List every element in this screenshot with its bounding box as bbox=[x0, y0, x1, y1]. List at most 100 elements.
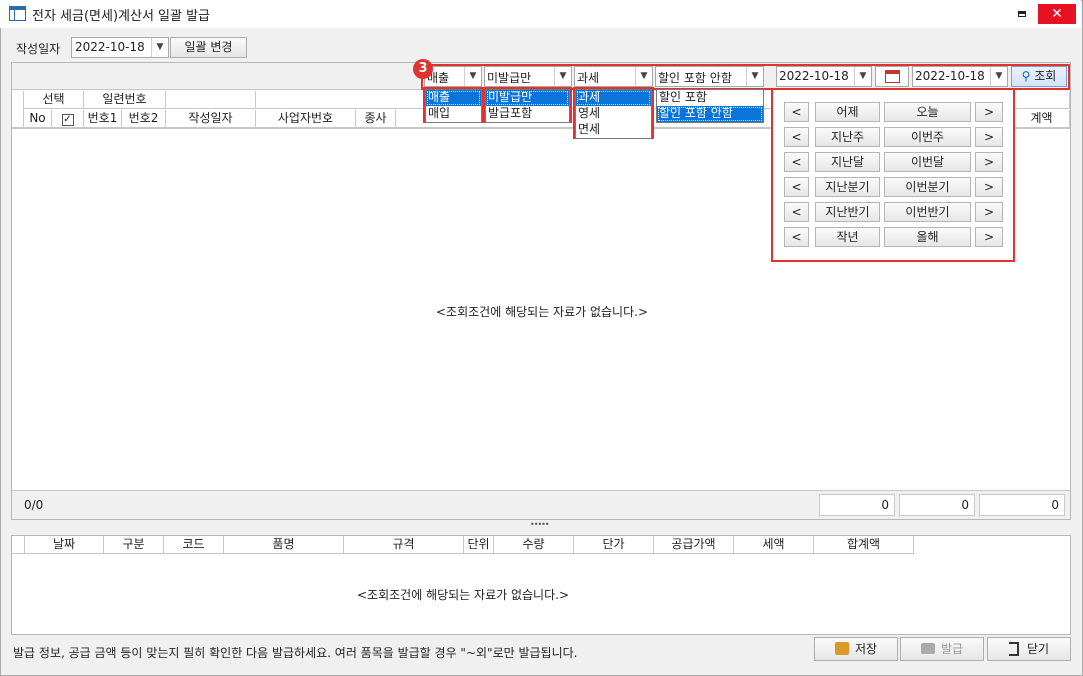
detail-empty-message: <조회조건에 해당되는 자료가 없습니다.> bbox=[357, 588, 570, 602]
col-no: No bbox=[24, 110, 52, 128]
chevron-down-icon[interactable]: ▼ bbox=[554, 67, 571, 86]
group-select-header: 선택 bbox=[24, 91, 84, 109]
close-button[interactable]: 닫기 bbox=[987, 637, 1071, 661]
issue-date-value: 2022-10-18 bbox=[75, 40, 145, 54]
last-month-button[interactable]: 지난달 bbox=[815, 152, 880, 172]
prev-month-button[interactable]: < bbox=[784, 152, 809, 172]
yesterday-button[interactable]: 어제 bbox=[815, 102, 880, 122]
detail-col-kind: 구분 bbox=[104, 536, 164, 554]
chevron-down-icon[interactable]: ▼ bbox=[746, 67, 763, 86]
issue-option[interactable]: 발급포함 bbox=[486, 106, 569, 122]
next-half-button[interactable]: > bbox=[975, 202, 1003, 222]
save-button[interactable]: 저장 bbox=[814, 637, 898, 661]
chevron-down-icon[interactable]: ▼ bbox=[854, 67, 871, 86]
printer-icon bbox=[920, 643, 935, 654]
splitter-handle[interactable]: ••••• bbox=[530, 520, 550, 529]
next-month-button[interactable]: > bbox=[975, 152, 1003, 172]
col-type: 종사 bbox=[356, 110, 396, 128]
prev-week-button[interactable]: < bbox=[784, 127, 809, 147]
this-week-button[interactable]: 이번주 bbox=[884, 127, 971, 147]
detail-col-price: 단가 bbox=[574, 536, 654, 554]
next-year-button[interactable]: > bbox=[975, 227, 1003, 247]
col-total: 계액 bbox=[1014, 110, 1070, 128]
exit-door-icon bbox=[1008, 642, 1019, 656]
minimize-icon bbox=[1018, 11, 1026, 17]
minimize-button[interactable] bbox=[1008, 4, 1036, 24]
issue-button[interactable]: 발급 bbox=[900, 637, 984, 661]
row-header-corner bbox=[12, 91, 24, 128]
check-icon[interactable]: ✓ bbox=[61, 114, 74, 126]
date-to-picker[interactable]: 2022-10-18 ▼ bbox=[912, 66, 1008, 87]
this-year-button[interactable]: 올해 bbox=[884, 227, 971, 247]
prev-day-button[interactable]: < bbox=[784, 102, 809, 122]
search-label: 조회 bbox=[1034, 69, 1057, 83]
col-bizno: 사업자번호 bbox=[256, 110, 356, 128]
header-spacer bbox=[166, 91, 256, 109]
col-num2: 번호2 bbox=[122, 110, 166, 128]
discount-option[interactable]: 할인 포함 bbox=[657, 90, 763, 106]
date-from-picker[interactable]: 2022-10-18 ▼ bbox=[776, 66, 872, 87]
date-shortcut-grid: < 어제 오늘 > < 지난주 이번주 > < 지난달 이번달 > < 지난분기… bbox=[773, 90, 1013, 260]
tax-option[interactable]: 면세 bbox=[576, 122, 651, 138]
next-quarter-button[interactable]: > bbox=[975, 177, 1003, 197]
tax-type-combo[interactable]: 과세 ▼ bbox=[574, 66, 653, 87]
type-dropdown-list: 매출 매입 bbox=[425, 89, 482, 123]
date-from-value: 2022-10-18 bbox=[779, 69, 849, 83]
search-button[interactable]: ⚲ 조회 bbox=[1011, 66, 1067, 87]
detail-col-supply: 공급가액 bbox=[654, 536, 734, 554]
this-quarter-button[interactable]: 이번분기 bbox=[884, 177, 971, 197]
detail-row-corner bbox=[12, 536, 25, 554]
last-quarter-button[interactable]: 지난분기 bbox=[815, 177, 880, 197]
this-half-button[interactable]: 이번반기 bbox=[884, 202, 971, 222]
discount-option[interactable]: 할인 포함 안함 bbox=[657, 106, 763, 122]
prev-quarter-button[interactable]: < bbox=[784, 177, 809, 197]
today-button[interactable]: 오늘 bbox=[884, 102, 971, 122]
prev-year-button[interactable]: < bbox=[784, 227, 809, 247]
issue-status-value: 미발급만 bbox=[487, 71, 532, 85]
tax-option[interactable]: 영세 bbox=[576, 106, 651, 122]
prev-half-button[interactable]: < bbox=[784, 202, 809, 222]
sum-box-2: 0 bbox=[899, 494, 975, 516]
window-icon bbox=[9, 6, 26, 21]
footer-notice: 발급 정보, 공급 금액 등이 맞는지 필히 확인한 다음 발급하세요. 여러 … bbox=[13, 646, 578, 660]
detail-col-item: 품명 bbox=[224, 536, 344, 554]
chevron-down-icon[interactable]: ▼ bbox=[464, 67, 481, 86]
type-option[interactable]: 매입 bbox=[426, 106, 481, 122]
tax-type-value: 과세 bbox=[577, 71, 600, 85]
bulk-change-button[interactable]: 일괄 변경 bbox=[170, 37, 247, 58]
last-half-button[interactable]: 지난반기 bbox=[815, 202, 880, 222]
issue-option[interactable]: 미발급만 bbox=[486, 90, 569, 106]
last-year-button[interactable]: 작년 bbox=[815, 227, 880, 247]
chevron-down-icon[interactable]: ▼ bbox=[990, 67, 1007, 86]
detail-col-date: 날짜 bbox=[25, 536, 104, 554]
date-to-value: 2022-10-18 bbox=[915, 69, 985, 83]
detail-col-tax: 세액 bbox=[734, 536, 814, 554]
sum-box-3: 0 bbox=[979, 494, 1065, 516]
type-option[interactable]: 매출 bbox=[426, 90, 481, 106]
next-day-button[interactable]: > bbox=[975, 102, 1003, 122]
group-serial-header: 일련번호 bbox=[84, 91, 166, 109]
next-week-button[interactable]: > bbox=[975, 127, 1003, 147]
issue-date-label: 작성일자 bbox=[16, 42, 61, 56]
window-title: 전자 세금(면세)계산서 일괄 발급 bbox=[32, 9, 211, 24]
save-icon bbox=[834, 642, 849, 655]
chevron-down-icon[interactable]: ▼ bbox=[151, 38, 168, 57]
last-week-button[interactable]: 지난주 bbox=[815, 127, 880, 147]
discount-value: 할인 포함 안함 bbox=[658, 71, 732, 85]
chevron-down-icon[interactable]: ▼ bbox=[635, 67, 652, 86]
detail-col-code: 코드 bbox=[164, 536, 224, 554]
discount-combo[interactable]: 할인 포함 안함 ▼ bbox=[655, 66, 764, 87]
detail-col-total: 합계액 bbox=[814, 536, 914, 554]
detail-col-spec: 규격 bbox=[344, 536, 464, 554]
col-num1: 번호1 bbox=[84, 110, 122, 128]
close-window-button[interactable]: ✕ bbox=[1038, 4, 1076, 24]
select-all-checkbox-cell[interactable]: ✓ bbox=[52, 110, 84, 128]
record-count: 0/0 bbox=[24, 498, 44, 512]
this-month-button[interactable]: 이번달 bbox=[884, 152, 971, 172]
main-empty-message: <조회조건에 해당되는 자료가 없습니다.> bbox=[436, 305, 649, 319]
issue-status-combo[interactable]: 미발급만 ▼ bbox=[484, 66, 572, 87]
issue-date-picker[interactable]: 2022-10-18 ▼ bbox=[71, 37, 169, 58]
calendar-button[interactable] bbox=[875, 66, 909, 87]
tax-option[interactable]: 과세 bbox=[576, 90, 651, 106]
step-badge: 3 bbox=[413, 59, 433, 79]
